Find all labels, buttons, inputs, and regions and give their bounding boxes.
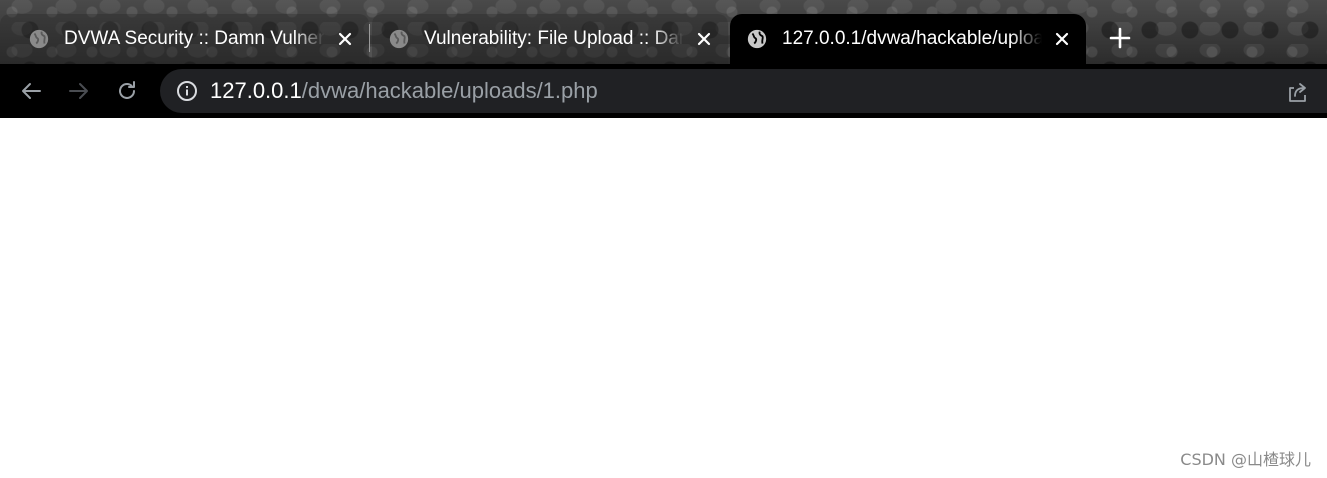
tab-title: Vulnerability: File Upload :: Damn Vulne…: [424, 28, 684, 49]
reload-button[interactable]: [112, 76, 142, 106]
globe-icon: [29, 29, 49, 49]
tab-strip: DVWA Security :: Damn Vulnerable Web App…: [0, 0, 1327, 64]
reload-icon: [119, 81, 135, 99]
browser-toolbar: 127.0.0.1/dvwa/hackable/uploads/1.php: [0, 64, 1327, 118]
tab-title: 127.0.0.1/dvwa/hackable/uploads/1.php: [782, 28, 1042, 49]
new-tab-button[interactable]: [1104, 22, 1136, 54]
page-content: [0, 118, 1327, 478]
back-button[interactable]: [16, 76, 46, 106]
address-bar[interactable]: 127.0.0.1/dvwa/hackable/uploads/1.php: [160, 69, 1327, 113]
forward-button[interactable]: [64, 76, 94, 106]
watermark: CSDN @山楂球儿: [1180, 450, 1311, 469]
back-arrow-icon: [22, 83, 41, 99]
url-host: 127.0.0.1: [210, 78, 302, 103]
tab-title: DVWA Security :: Damn Vulnerable Web App…: [64, 28, 325, 49]
close-icon[interactable]: [692, 27, 716, 51]
info-icon[interactable]: [176, 80, 198, 102]
close-icon[interactable]: [1050, 27, 1074, 51]
tab-separator: [369, 24, 370, 52]
tab-dvwa-security[interactable]: DVWA Security :: Damn Vulnerable Web App…: [0, 14, 369, 64]
globe-icon: [389, 29, 409, 49]
close-icon[interactable]: [333, 27, 357, 51]
share-icon[interactable]: [1285, 80, 1309, 104]
forward-arrow-icon: [69, 83, 88, 99]
url-path: /dvwa/hackable/uploads/1.php: [301, 78, 598, 103]
plus-icon: [1109, 27, 1131, 49]
address-url[interactable]: 127.0.0.1/dvwa/hackable/uploads/1.php: [210, 78, 598, 104]
tab-file-upload[interactable]: Vulnerability: File Upload :: Damn Vulne…: [372, 14, 728, 64]
globe-icon: [747, 29, 767, 49]
tab-active-upload[interactable]: 127.0.0.1/dvwa/hackable/uploads/1.php: [730, 14, 1086, 64]
